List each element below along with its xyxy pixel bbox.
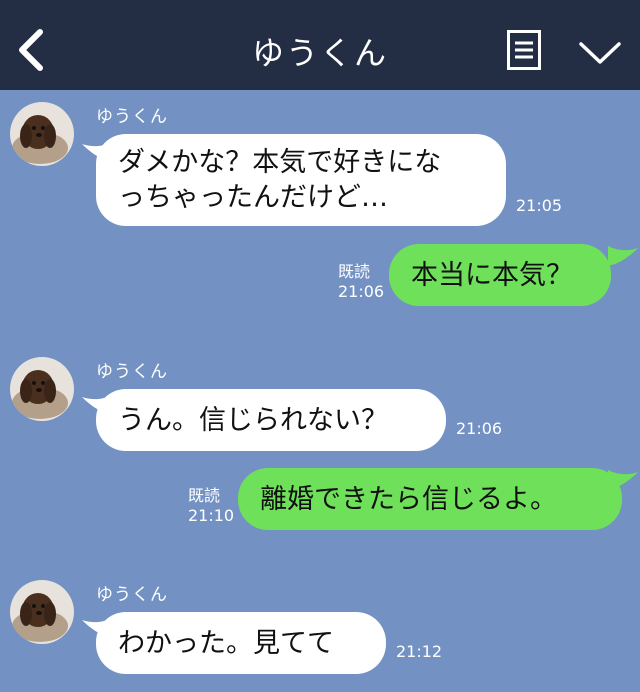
chat-title: ゆうくん [251, 34, 388, 72]
menu-icon[interactable] [507, 30, 541, 70]
read-receipt: 既読 [188, 486, 221, 505]
message-text: うん。信じられない？ [118, 404, 388, 436]
dog-avatar-icon [10, 102, 74, 166]
message-time: 21:10 [188, 506, 235, 525]
avatar[interactable] [10, 580, 74, 644]
sender-name: ゆうくん [96, 107, 168, 127]
message-time: 21:06 [338, 282, 385, 301]
message-text: わかった。見てて [118, 627, 334, 659]
sender-name: ゆうくん [96, 362, 168, 382]
message-line: っちゃったんだけど… [118, 182, 388, 213]
message-text: 離婚できたら信じるよ。 [260, 483, 557, 515]
message-time: 21:05 [516, 196, 563, 215]
incoming-message: ゆうくん わかった。見てて 21:12 [0, 568, 640, 692]
message-bubble[interactable]: ダメかな？本気で好きにな っちゃったんだけど… [96, 134, 506, 226]
sender-name: ゆうくん [96, 585, 168, 605]
avatar[interactable] [10, 357, 74, 421]
outgoing-message: 既読 21:06 本当に本気？ [0, 240, 640, 310]
message-time: 21:06 [456, 419, 503, 438]
chevron-down-icon[interactable] [578, 38, 622, 68]
avatar[interactable] [10, 102, 74, 166]
message-meta: 既読 21:06 [338, 262, 384, 302]
incoming-message: ゆうくん うん。信じられない？ 21:06 [0, 345, 640, 455]
read-receipt: 既読 [338, 262, 371, 281]
incoming-message: ゆうくん ダメかな？本気で好きにな っちゃったんだけど… 21:05 [0, 90, 640, 230]
chat-header: ゆうくん [0, 0, 640, 90]
message-bubble[interactable]: わかった。見てて [96, 612, 386, 674]
message-bubble[interactable]: 本当に本気？ [389, 244, 611, 306]
message-line: ダメかな？本気で好きにな [118, 147, 442, 178]
bubble-tail [608, 246, 638, 266]
message-bubble[interactable]: うん。信じられない？ [96, 389, 446, 451]
chat-area[interactable]: ゆうくん ダメかな？本気で好きにな っちゃったんだけど… 21:05 既読 21… [0, 90, 640, 692]
message-time: 21:12 [396, 642, 443, 661]
outgoing-message: 既読 21:10 離婚できたら信じるよ。 [0, 464, 640, 534]
message-meta: 既読 21:10 [188, 486, 234, 526]
dog-avatar-icon [10, 357, 74, 421]
message-bubble[interactable]: 離婚できたら信じるよ。 [238, 468, 622, 530]
message-text: 本当に本気？ [411, 259, 573, 291]
dog-avatar-icon [10, 580, 74, 644]
